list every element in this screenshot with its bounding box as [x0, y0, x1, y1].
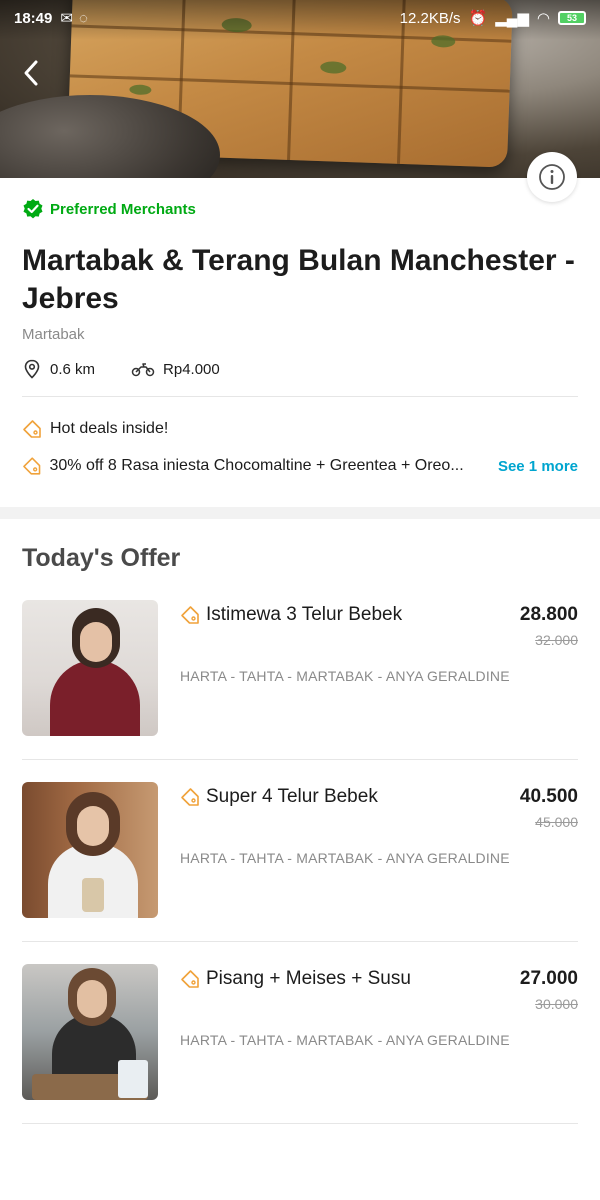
item-divider: [22, 941, 578, 942]
item-name-row: Pisang + Meises + Susu: [180, 968, 411, 990]
item-description: HARTA - TAHTA - MARTABAK - ANYA GERALDIN…: [180, 850, 510, 866]
item-name: Pisang + Meises + Susu: [206, 968, 411, 989]
item-description: HARTA - TAHTA - MARTABAK - ANYA GERALDIN…: [180, 1032, 510, 1048]
delivery-fee: Rp4.000: [163, 360, 220, 378]
tag-icon: [23, 457, 41, 475]
verified-check-icon: [23, 199, 43, 219]
divider: [22, 396, 578, 397]
preferred-badge: Preferred Merchants: [22, 198, 578, 220]
promo-text: 30% off 8 Rasa iniesta Chocomaltine + Gr…: [49, 457, 464, 474]
whatsapp-icon: ◌: [78, 9, 88, 27]
distance: 0.6 km: [50, 360, 96, 378]
item-name-row: Istimewa 3 Telur Bebek: [180, 604, 402, 626]
location-pin-icon: [24, 359, 40, 379]
item-price: 28.800: [519, 604, 578, 625]
offer-item[interactable]: Pisang + Meises + Susu 27.000 30.000 HAR…: [22, 964, 578, 1124]
offer-item[interactable]: Istimewa 3 Telur Bebek 28.800 32.000 HAR…: [22, 600, 578, 760]
todays-offer-heading: Today's Offer: [22, 544, 181, 572]
merchant-category: Martabak: [22, 326, 85, 343]
status-bar: 18:49 ✉ ◌ 12.2KB/s ⏰ ▂▄▆ ◠ 53: [0, 0, 600, 36]
item-price: 40.500: [519, 786, 578, 807]
merchant-meta: 0.6 km Rp4.000: [22, 359, 578, 379]
tag-icon: [23, 420, 41, 438]
item-old-price: 32.000: [535, 632, 578, 648]
item-image: [22, 964, 158, 1100]
back-button[interactable]: [18, 56, 48, 90]
tag-icon: [181, 606, 199, 624]
merchant-name: Martabak & Terang Bulan Manchester - Jeb…: [22, 244, 575, 315]
motorbike-icon: [131, 363, 155, 377]
see-more-link[interactable]: See 1 more: [498, 458, 578, 475]
item-image: [22, 782, 158, 918]
item-divider: [22, 1123, 578, 1124]
wifi-icon: ◠: [536, 10, 550, 27]
signal-icon: ▂▄▆: [495, 10, 529, 27]
section-separator: [0, 507, 600, 519]
promo-row[interactable]: 30% off 8 Rasa iniesta Chocomaltine + Gr…: [22, 456, 578, 476]
item-description: HARTA - TAHTA - MARTABAK - ANYA GERALDIN…: [180, 668, 510, 684]
item-name-row: Super 4 Telur Bebek: [180, 786, 378, 808]
merchant-info: Preferred Merchants Martabak & Terang Bu…: [22, 198, 578, 379]
back-arrow-icon: [24, 60, 38, 86]
item-price: 27.000: [519, 968, 578, 989]
hot-deals-label: Hot deals inside!: [50, 420, 169, 437]
item-image: [22, 600, 158, 736]
item-name: Super 4 Telur Bebek: [206, 786, 378, 807]
status-time: 18:49: [14, 9, 53, 27]
preferred-label: Preferred Merchants: [50, 200, 196, 218]
offer-item[interactable]: Super 4 Telur Bebek 40.500 45.000 HARTA …: [22, 782, 578, 942]
item-divider: [22, 759, 578, 760]
info-button[interactable]: [527, 152, 577, 202]
item-name: Istimewa 3 Telur Bebek: [206, 604, 403, 625]
info-icon: [539, 164, 565, 190]
network-speed: 12.2KB/s: [399, 9, 461, 27]
battery-icon: 53: [558, 11, 586, 25]
item-old-price: 30.000: [535, 996, 578, 1012]
message-icon: ✉: [60, 10, 73, 27]
tag-icon: [181, 970, 199, 988]
tag-icon: [181, 788, 199, 806]
alarm-icon: ⏰: [468, 10, 488, 27]
hot-deals-row: Hot deals inside!: [22, 419, 168, 439]
item-old-price: 45.000: [535, 814, 578, 830]
